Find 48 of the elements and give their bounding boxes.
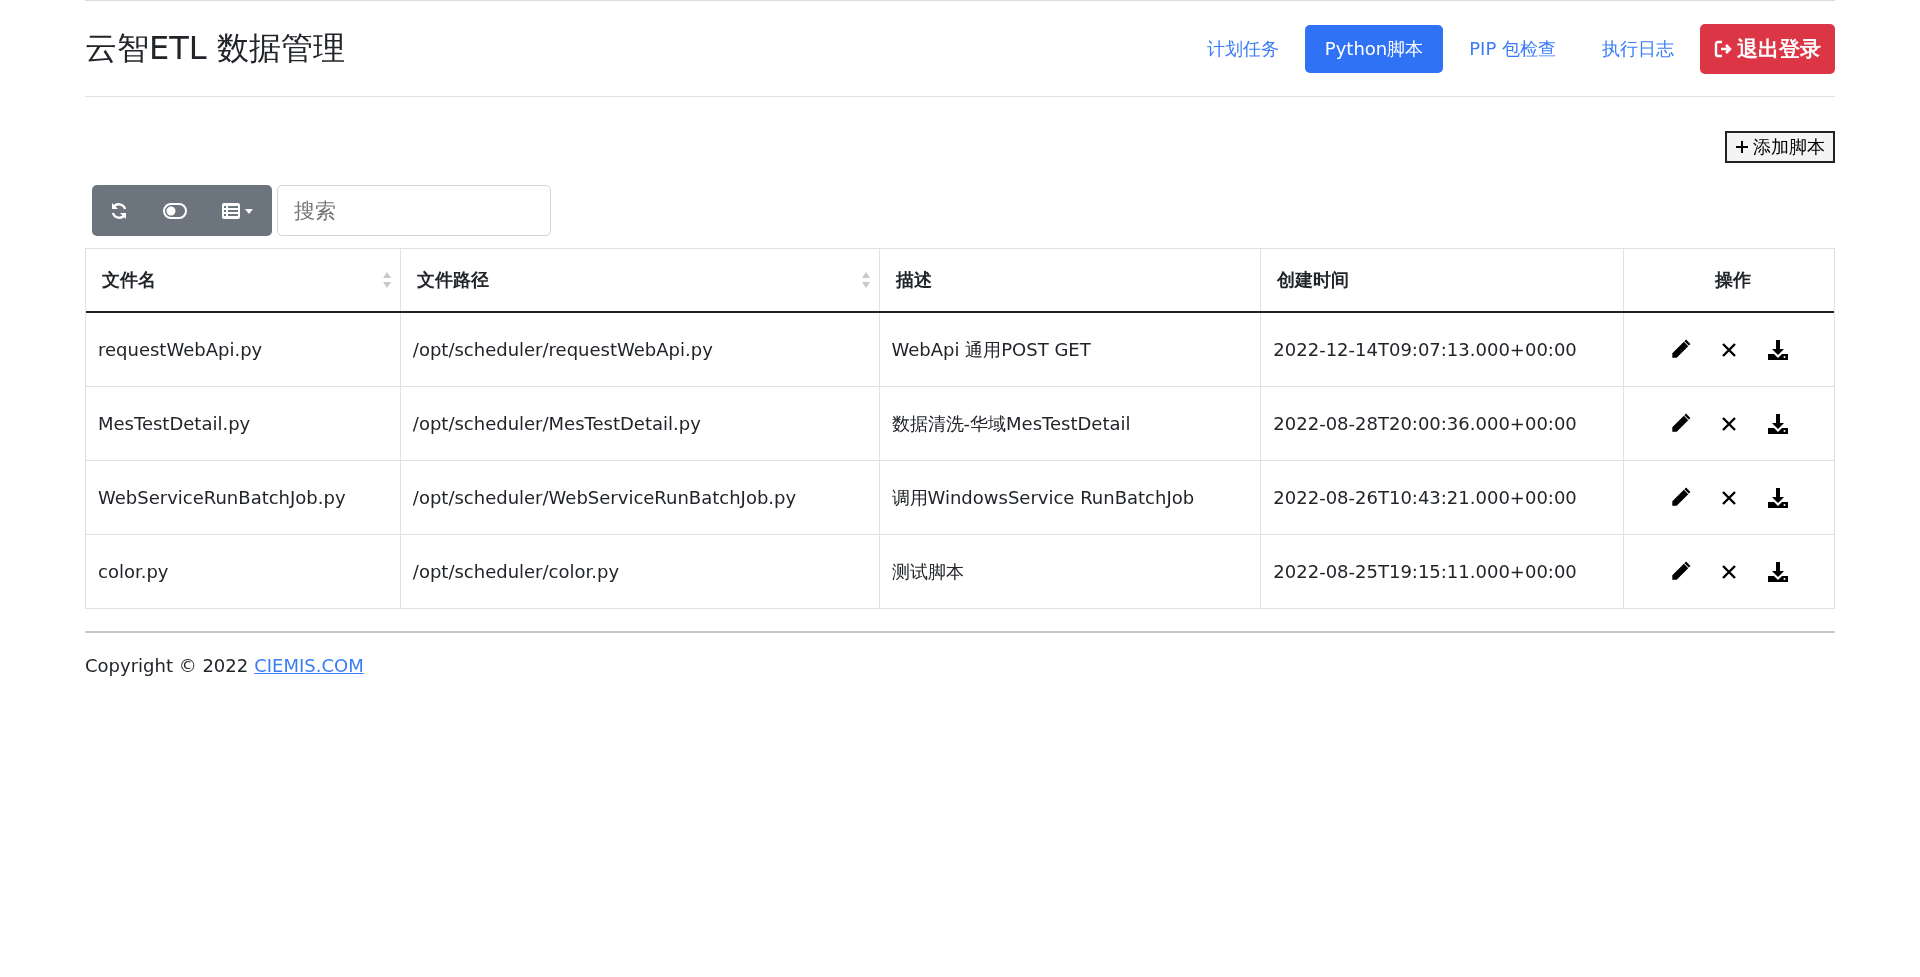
close-icon[interactable] xyxy=(1721,341,1738,358)
copyright-text: Copyright © 2022 xyxy=(85,655,249,676)
search-field[interactable]: 搜索 xyxy=(277,185,551,236)
column-header[interactable]: 文件路径 xyxy=(416,268,489,292)
table-cell: 2022-08-28T20:00:36.000+00:00 xyxy=(1273,413,1577,434)
nav-link[interactable]: 执行日志 xyxy=(1582,25,1694,73)
table-cell: /opt/scheduler/WebServiceRunBatchJob.py xyxy=(412,487,797,508)
pencil-icon[interactable] xyxy=(1669,486,1692,509)
download-icon[interactable] xyxy=(1767,412,1790,435)
table-cell: 数据清洗-华域MesTestDetail xyxy=(891,411,1131,436)
close-icon[interactable] xyxy=(1721,563,1738,580)
close-icon[interactable] xyxy=(1721,415,1738,432)
table-cell: MesTestDetail.py xyxy=(98,413,251,434)
download-icon[interactable] xyxy=(1767,560,1790,583)
download-icon[interactable] xyxy=(1767,338,1790,361)
refresh-icon xyxy=(109,200,129,221)
table-cell: WebApi 通用POST GET xyxy=(891,337,1091,362)
column-header[interactable]: 创建时间 xyxy=(1277,268,1350,292)
nav-link[interactable]: PIP 包检查 xyxy=(1449,25,1576,73)
close-icon[interactable] xyxy=(1721,489,1738,506)
table-cell: /opt/scheduler/MesTestDetail.py xyxy=(412,413,701,434)
table-cell: 测试脚本 xyxy=(891,559,964,584)
nav-link[interactable]: Python脚本 xyxy=(1304,25,1444,73)
pencil-icon[interactable] xyxy=(1669,560,1692,583)
table-cell: 2022-08-25T19:15:11.000+00:00 xyxy=(1273,561,1577,582)
table-cell: 调用WindowsService RunBatchJob xyxy=(891,485,1195,510)
column-header[interactable]: 文件名 xyxy=(102,268,156,292)
column-header[interactable]: 描述 xyxy=(895,268,932,292)
site-title: 云智ETL 数据管理 xyxy=(85,28,345,69)
pencil-icon[interactable] xyxy=(1669,338,1692,361)
toggle-icon xyxy=(163,202,187,219)
table-cell: /opt/scheduler/color.py xyxy=(412,561,620,582)
nav-link[interactable]: 计划任务 xyxy=(1186,25,1299,73)
logout-icon xyxy=(1714,39,1734,59)
download-icon[interactable] xyxy=(1767,486,1790,509)
site-link[interactable]: CIEMIS.COM xyxy=(254,655,364,676)
table-cell: /opt/scheduler/requestWebApi.py xyxy=(412,339,713,360)
table-cell: WebServiceRunBatchJob.py xyxy=(98,487,346,508)
table-cell: 2022-08-26T10:43:21.000+00:00 xyxy=(1273,487,1577,508)
column-header[interactable]: 操作 xyxy=(1715,268,1752,292)
list-icon xyxy=(221,201,255,220)
add-script-button[interactable]: 添加脚本 xyxy=(1725,131,1835,163)
table-cell: requestWebApi.py xyxy=(98,339,263,360)
table-cell: color.py xyxy=(98,561,169,582)
pencil-icon[interactable] xyxy=(1669,412,1692,435)
table-cell: 2022-12-14T09:07:13.000+00:00 xyxy=(1273,339,1577,360)
plus-icon xyxy=(1735,140,1749,154)
logout-button[interactable]: 退出登录 xyxy=(1700,24,1835,74)
